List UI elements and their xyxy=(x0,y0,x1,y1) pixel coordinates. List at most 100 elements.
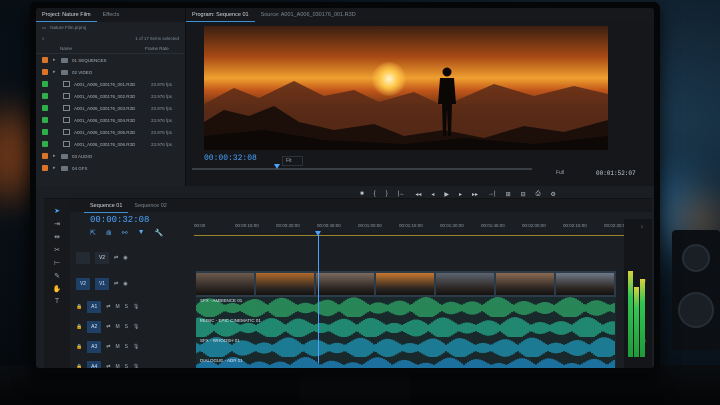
audio-clip[interactable]: SFX - WHOOSH 01 xyxy=(196,337,616,357)
audio-clip[interactable]: MUSIC - EPIC CINEMATIC 01 xyxy=(196,317,616,337)
label-color-swatch[interactable] xyxy=(42,69,48,75)
program-scrub-bar[interactable] xyxy=(192,168,532,170)
timeline-settings-icon[interactable]: 🔧 xyxy=(155,229,164,237)
mute-button[interactable]: M xyxy=(115,324,119,330)
clip-item[interactable]: A001_A006_030176_006.R3D 23.976 fps xyxy=(36,138,185,150)
folder-item[interactable]: ▸ 01 SEQUENCES xyxy=(36,54,185,66)
clip-item[interactable]: A001_A006_030176_005.R3D 23.976 fps xyxy=(36,126,185,138)
tab-project[interactable]: Project: Nature Film xyxy=(36,8,97,22)
transport-button-icon[interactable]: ▸▸ xyxy=(472,191,478,198)
label-color-swatch[interactable] xyxy=(42,117,48,123)
track-target[interactable]: A1 xyxy=(87,301,102,313)
column-frame-rate[interactable]: Frame Rate xyxy=(145,46,179,51)
label-color-swatch[interactable] xyxy=(42,129,48,135)
track-target[interactable]: A2 xyxy=(87,321,102,333)
work-area-bar[interactable] xyxy=(194,235,624,236)
tab-sequence-02[interactable]: Sequence 02 xyxy=(128,199,172,213)
transport-button-icon[interactable]: } xyxy=(386,191,388,197)
label-color-swatch[interactable] xyxy=(42,153,48,159)
program-timecode[interactable]: 00:00:32:08 xyxy=(204,154,257,163)
source-patch[interactable]: V2 xyxy=(76,278,90,290)
eye-icon[interactable]: ◉ xyxy=(123,255,127,261)
tab-program[interactable]: Program: Sequence 01 xyxy=(186,8,255,22)
audio-clip[interactable]: DIALOGUE - ADR 01 xyxy=(196,357,616,368)
lock-icon[interactable]: 🔒 xyxy=(76,344,82,350)
label-color-swatch[interactable] xyxy=(42,57,48,63)
transport-button-icon[interactable]: |← xyxy=(398,191,406,197)
solo-button[interactable]: S xyxy=(125,344,128,350)
disclosure-triangle-icon[interactable]: ▸ xyxy=(53,69,61,75)
selection-tool-icon[interactable]: ➤ xyxy=(54,207,60,215)
audio-clip[interactable]: SFX - AMBIENCE 01 xyxy=(196,297,616,317)
transport-button-icon[interactable]: ⚙ xyxy=(550,191,555,198)
label-color-swatch[interactable] xyxy=(42,81,48,87)
lock-icon[interactable]: 🔒 xyxy=(76,304,82,310)
solo-button[interactable]: S xyxy=(125,304,128,310)
tab-sequence-01[interactable]: Sequence 01 xyxy=(84,199,129,213)
transport-button-icon[interactable]: ■ xyxy=(360,191,364,197)
lock-icon[interactable]: 🔒 xyxy=(76,324,82,330)
zoom-fit-dropdown[interactable]: Fit xyxy=(282,156,303,166)
label-color-swatch[interactable] xyxy=(42,141,48,147)
lock-icon[interactable]: 🔒 xyxy=(76,364,82,368)
microphone-icon[interactable]: 🎙 xyxy=(133,304,139,310)
snap-icon[interactable]: ⋒ xyxy=(106,229,112,237)
transport-button-icon[interactable]: ▸ xyxy=(459,191,462,198)
mute-button[interactable]: M xyxy=(115,304,119,310)
resolution-dropdown[interactable]: Full xyxy=(556,170,564,176)
sync-lock-icon[interactable]: ⇄ xyxy=(106,364,110,368)
folder-item[interactable]: ▸ 04 GFX xyxy=(36,162,185,174)
nest-icon[interactable]: ⇱ xyxy=(90,229,96,237)
solo-button[interactable]: S xyxy=(125,324,128,330)
ripple-edit-tool-icon[interactable]: ⇹ xyxy=(54,233,60,241)
disclosure-triangle-icon[interactable]: ▸ xyxy=(53,165,61,171)
track-target[interactable]: V2 xyxy=(95,252,109,264)
source-patch[interactable] xyxy=(76,252,90,264)
microphone-icon[interactable]: 🎙 xyxy=(133,364,139,368)
mute-button[interactable]: M xyxy=(115,344,119,350)
linked-selection-icon[interactable]: ⚯ xyxy=(122,229,128,237)
sync-lock-icon[interactable]: ⇄ xyxy=(106,344,110,350)
clip-item[interactable]: A001_A006_030176_004.R3D 23.976 fps xyxy=(36,114,185,126)
microphone-icon[interactable]: 🎙 xyxy=(133,344,139,350)
solo-button[interactable]: S xyxy=(125,364,128,368)
folder-item[interactable]: ▸ 02 VIDEO xyxy=(36,66,185,78)
column-name[interactable]: Name xyxy=(42,46,72,51)
sync-lock-icon[interactable]: ⇄ xyxy=(114,255,118,261)
hand-tool-icon[interactable]: ✋ xyxy=(53,285,62,293)
sync-lock-icon[interactable]: ⇄ xyxy=(106,324,110,330)
timeline-timecode[interactable]: 00:00:32:08 xyxy=(90,215,149,225)
sync-lock-icon[interactable]: ⇄ xyxy=(106,304,110,310)
transport-button-icon[interactable]: ◂◂ xyxy=(415,191,421,198)
transport-button-icon[interactable]: ⊟ xyxy=(521,191,526,198)
timeline-playhead[interactable] xyxy=(318,235,319,363)
clip-item[interactable]: A001_A006_030176_002.R3D 23.976 fps xyxy=(36,90,185,102)
transport-button-icon[interactable]: ⊞ xyxy=(506,191,511,198)
disclosure-triangle-icon[interactable]: ▸ xyxy=(53,57,61,63)
add-marker-icon[interactable]: ▼ xyxy=(138,229,145,237)
slip-tool-icon[interactable]: ⊢ xyxy=(54,259,60,267)
type-tool-icon[interactable]: T xyxy=(55,298,59,305)
transport-button-icon[interactable]: →| xyxy=(488,191,496,197)
clip-item[interactable]: A001_A006_030176_003.R3D 23.976 fps xyxy=(36,102,185,114)
clip-item[interactable]: A001_A006_030176_001.R3D 23.976 fps xyxy=(36,78,185,90)
label-color-swatch[interactable] xyxy=(42,165,48,171)
time-ruler[interactable]: 00:00 00:00:15:00 00:00:30:00 00:00:45:00 00… xyxy=(194,219,628,239)
disclosure-triangle-icon[interactable]: ▸ xyxy=(53,153,61,159)
transport-button-icon[interactable]: { xyxy=(374,191,376,197)
track-target[interactable]: A3 xyxy=(87,341,102,353)
razor-tool-icon[interactable]: ✂ xyxy=(54,246,60,254)
pen-tool-icon[interactable]: ✎ xyxy=(54,272,60,280)
sync-lock-icon[interactable]: ⇄ xyxy=(114,281,118,287)
tab-source[interactable]: Source: A001_A006_030176_001.R3D xyxy=(255,8,362,22)
track-target[interactable]: A4 xyxy=(87,361,102,368)
search-icon[interactable]: ⌕ xyxy=(42,36,45,41)
tab-effects[interactable]: Effects xyxy=(97,8,126,22)
folder-item[interactable]: ▸ 03 AUDIO xyxy=(36,150,185,162)
transport-button-icon[interactable]: ◂ xyxy=(431,191,434,198)
track-target[interactable]: V1 xyxy=(95,278,109,290)
program-playhead-icon[interactable] xyxy=(274,164,280,169)
transport-button-icon[interactable]: ▶ xyxy=(444,191,449,198)
video-clip[interactable] xyxy=(196,271,616,297)
eye-icon[interactable]: ◉ xyxy=(123,281,127,287)
